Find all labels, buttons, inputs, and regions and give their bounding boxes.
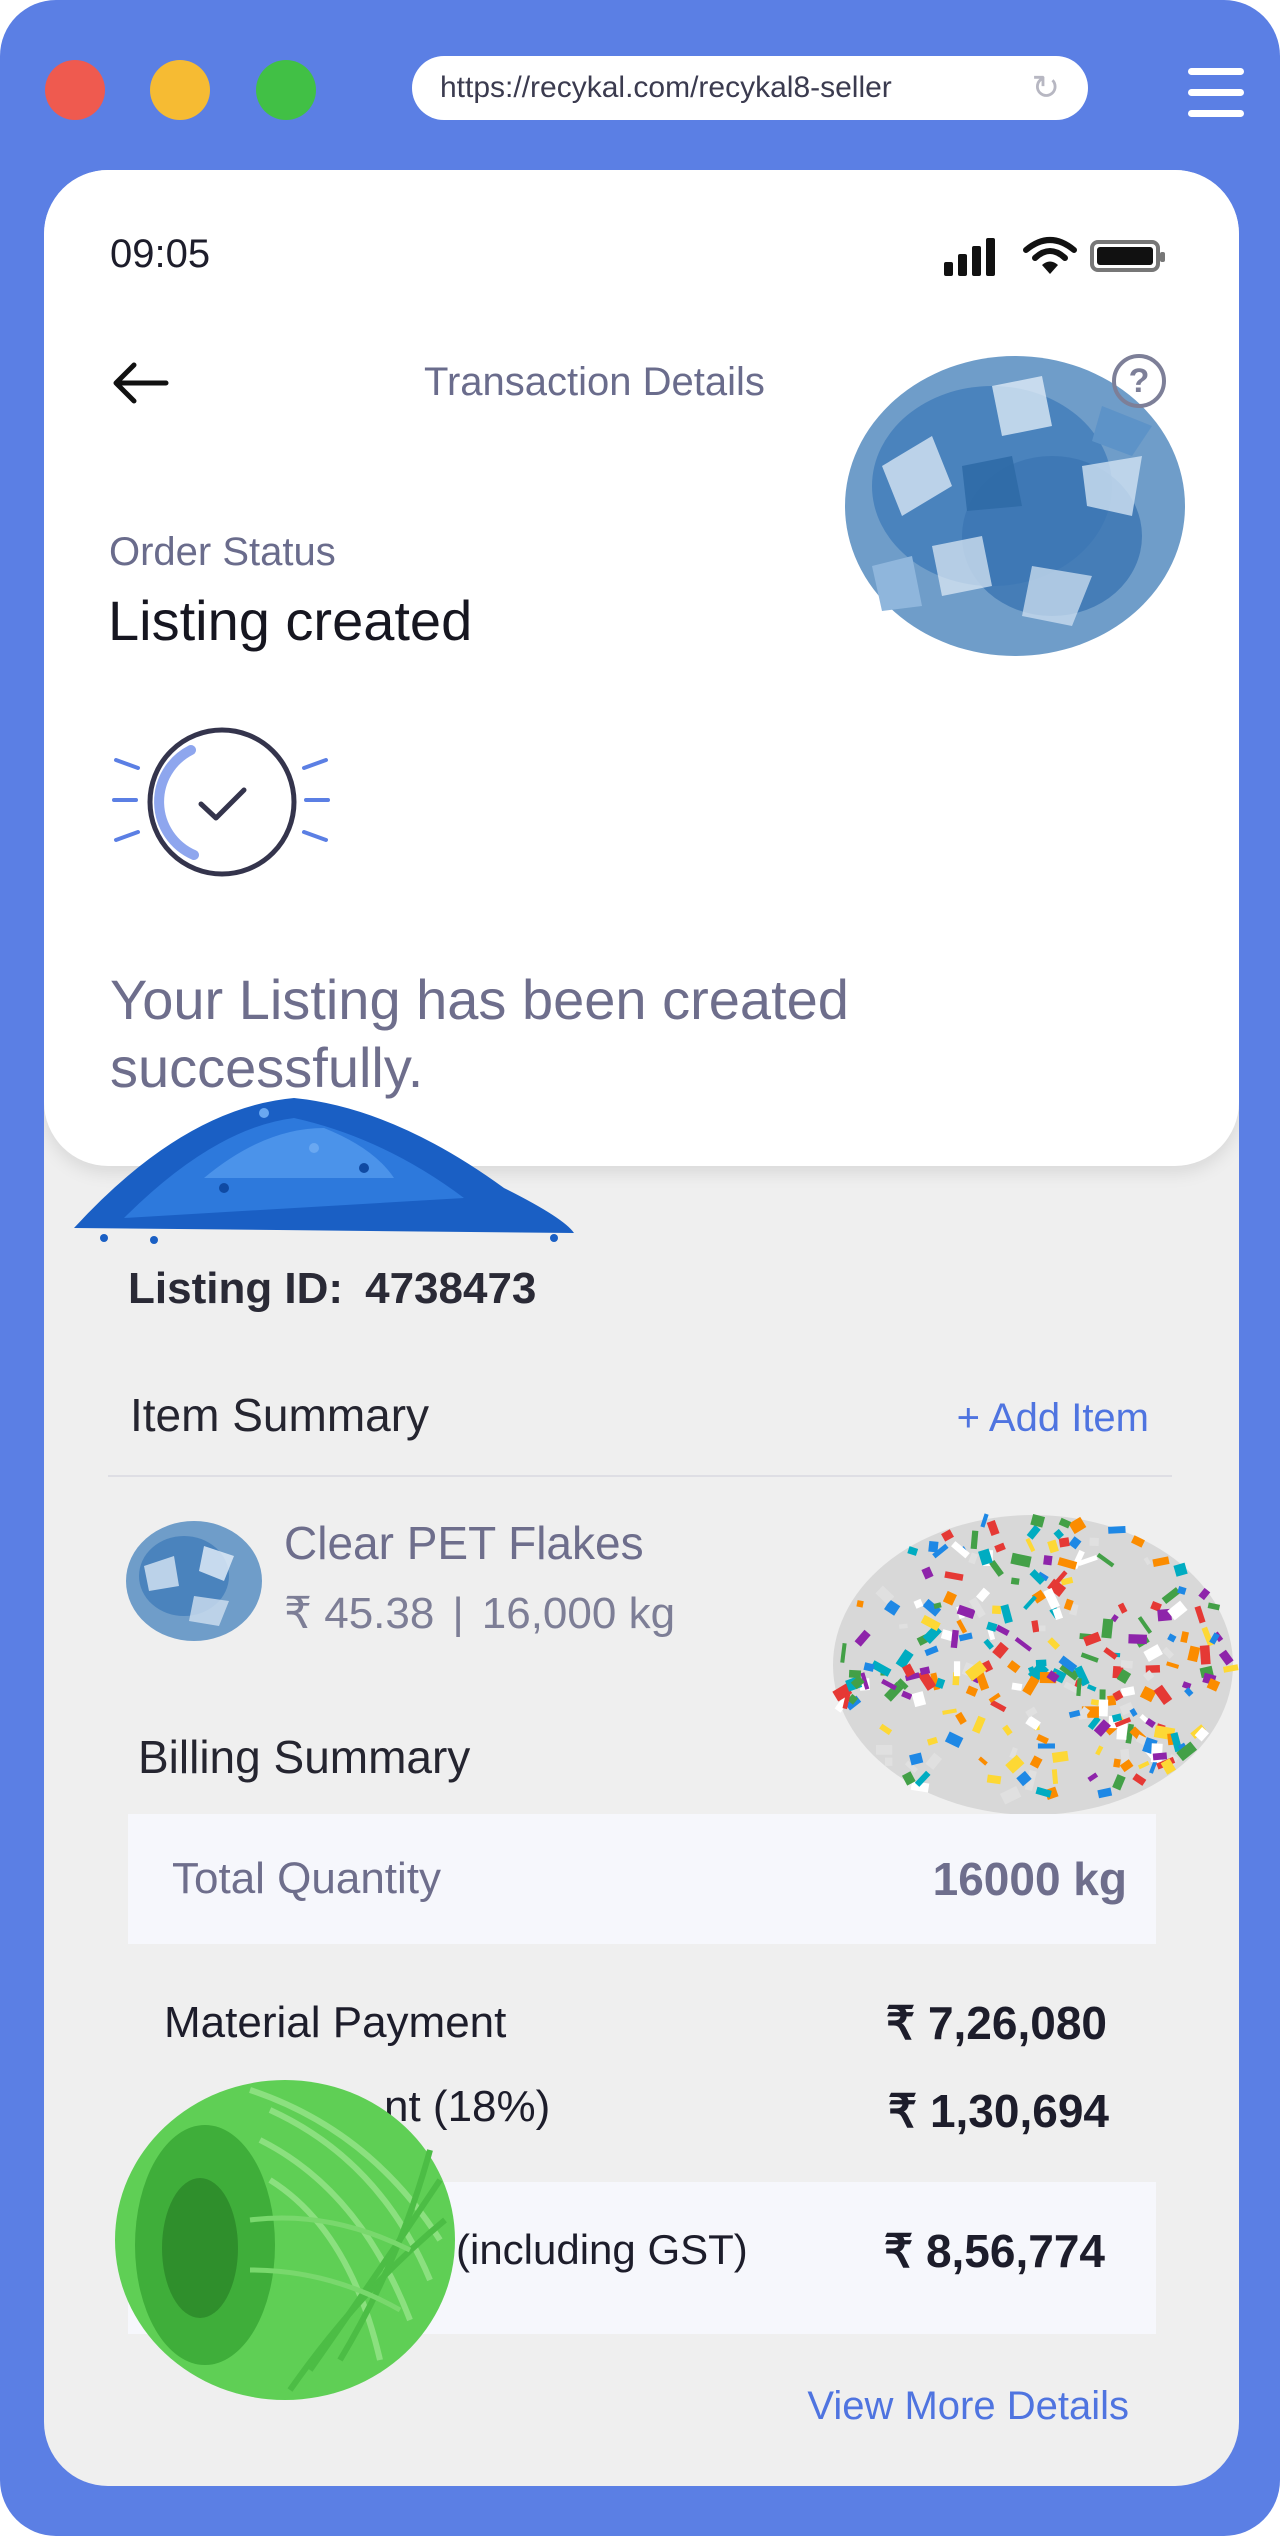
back-arrow-icon[interactable] (106, 358, 176, 408)
success-check-icon (112, 727, 330, 877)
item-meta: ₹ 45.38 | 16,000 kg (284, 1588, 675, 1639)
phone-screen: 09:05 Transaction Details ? Order Status… (44, 170, 1239, 2486)
page-title: Transaction Details (424, 360, 765, 404)
wifi-icon (1023, 237, 1077, 274)
divider (108, 1475, 1172, 1477)
reload-icon[interactable]: ↻ (1032, 68, 1061, 108)
material-payment-label: Material Payment (164, 1998, 507, 2047)
window-close-dot[interactable] (45, 60, 105, 120)
listing-id-value: 4738473 (365, 1264, 537, 1313)
item-quantity: 16,000 kg (481, 1589, 676, 1638)
plastic-pellets-image (74, 1098, 574, 1244)
order-status-label: Order Status (109, 530, 336, 574)
order-status-value: Listing created (108, 589, 473, 652)
listing-id-label: Listing ID: (128, 1264, 344, 1313)
view-more-details-link[interactable]: View More Details (807, 2384, 1129, 2429)
item-name: Clear PET Flakes (284, 1517, 644, 1569)
add-item-link[interactable]: + Add Item (957, 1396, 1149, 1441)
battery-icon (1090, 240, 1165, 272)
window-minimize-dot[interactable] (150, 60, 210, 120)
status-icons (944, 236, 1184, 276)
address-bar[interactable]: https://recykal.com/recykal8-seller ↻ (412, 56, 1088, 120)
browser-frame: https://recykal.com/recykal8-seller ↻ 09… (0, 0, 1280, 2536)
plastic-scrap-image (832, 1513, 1239, 1815)
total-quantity-value: 16000 kg (932, 1853, 1127, 1905)
gst-value: ₹ 1,30,694 (887, 2085, 1109, 2137)
item-summary-title: Item Summary (130, 1389, 430, 1441)
item-meta-separator: | (452, 1589, 464, 1638)
item-thumbnail (126, 1521, 262, 1641)
url-text: https://recykal.com/recykal8-seller (440, 71, 892, 104)
listing-id: Listing ID: 4738473 (128, 1264, 536, 1314)
status-card: 09:05 Transaction Details ? Order Status… (44, 170, 1239, 1166)
window-maximize-dot[interactable] (256, 60, 316, 120)
status-time: 09:05 (110, 232, 211, 276)
billing-summary-title: Billing Summary (138, 1731, 471, 1783)
total-amount-value: ₹ 8,56,774 (883, 2225, 1105, 2277)
help-icon[interactable]: ? (1112, 354, 1166, 408)
item-price: ₹ 45.38 (284, 1589, 435, 1638)
hamburger-menu-icon[interactable] (1188, 68, 1244, 118)
yarn-ball-image (115, 2080, 455, 2400)
total-quantity-label: Total Quantity (172, 1854, 442, 1903)
material-payment-value: ₹ 7,26,080 (885, 1997, 1107, 2049)
